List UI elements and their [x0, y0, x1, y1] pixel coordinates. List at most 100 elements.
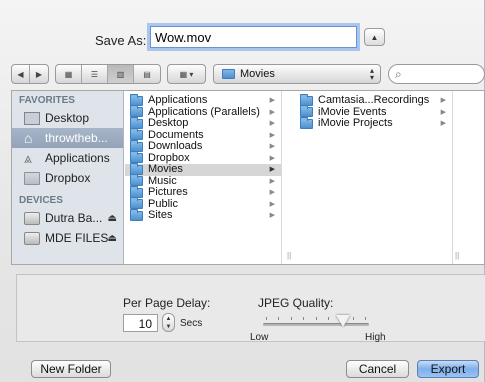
slider-tick: [352, 317, 354, 320]
search-icon: ⌕: [395, 66, 402, 81]
chevron-down-icon: ▼: [165, 324, 172, 330]
list-view-button[interactable]: ☰: [82, 65, 108, 83]
columns-icon: ▥: [116, 69, 125, 79]
icon-view-button[interactable]: ▦: [56, 65, 82, 83]
slider-ticks: [266, 317, 367, 321]
folder-icon: [130, 93, 143, 106]
save-sheet: Save As: ▲ ◀ ▶ ▦ ☰ ▥ ▤ ▦ ▾ Movies ▴▾ ⌕ F…: [0, 0, 485, 382]
filename-input[interactable]: [150, 26, 357, 48]
sidebar-item-desktop[interactable]: Desktop: [12, 108, 123, 128]
folder-icon: [130, 208, 143, 221]
folder-icon: [130, 128, 143, 141]
disclosure-arrow-icon: ▶: [269, 143, 275, 150]
slider-tick: [303, 317, 305, 320]
sidebar-item-dropbox[interactable]: Dropbox: [12, 168, 123, 188]
column-home: Applications ▶ Applications (Parallels) ▶ De…: [125, 91, 282, 264]
disclosure-arrow-icon: ▶: [269, 212, 275, 219]
column-movies: Camtasia...Recordings ▶ iMovie Events ▶ iMov…: [295, 91, 453, 264]
file-name: Movies: [148, 163, 183, 175]
column-resize-handle[interactable]: ||: [287, 251, 291, 260]
file-list-item[interactable]: Movies ▶: [125, 162, 281, 176]
jpeg-quality-slider[interactable]: [263, 323, 369, 326]
disclosure-arrow-icon: ▶: [440, 108, 446, 116]
folder-icon: [130, 197, 143, 210]
coverflow-view-button[interactable]: ▤: [134, 65, 160, 83]
arrange-grid-icon: ▦ ▾: [179, 69, 194, 79]
column-view-button[interactable]: ▥: [108, 65, 134, 83]
updown-arrows-icon: ▴ ▾: [369, 66, 374, 82]
slider-tick: [365, 317, 367, 320]
expand-dialog-button[interactable]: ▲: [364, 28, 385, 46]
sidebar-header-devices: DEVICES: [19, 195, 63, 206]
file-list-item[interactable]: Camtasia...Recordings ▶: [295, 93, 452, 107]
file-list-item[interactable]: Pictures ▶: [125, 185, 281, 199]
disclosure-arrow-icon: ▶: [269, 108, 275, 116]
disclosure-arrow-icon: ▶: [440, 97, 446, 104]
file-list-item[interactable]: iMovie Projects ▶: [295, 116, 452, 130]
folder-icon: [130, 185, 143, 198]
file-name: Desktop: [148, 117, 189, 129]
file-list-item[interactable]: Sites ▶: [125, 208, 281, 222]
folder-icon: [130, 139, 143, 152]
coverflow-icon: ▤: [143, 69, 151, 79]
per-page-delay-label: Per Page Delay:: [123, 296, 211, 310]
disclosure-arrow-icon: ▶: [269, 166, 275, 173]
folder-icon: [130, 174, 143, 187]
sidebar-item-dutra[interactable]: Dutra Ba... ⏏: [12, 208, 123, 228]
forward-button[interactable]: ▶: [30, 65, 48, 83]
file-name: Camtasia...Recordings: [318, 94, 430, 106]
folder-icon: [222, 69, 235, 79]
folder-icon: [300, 116, 313, 129]
disclosure-arrow-icon: ▶: [269, 120, 275, 127]
location-popup[interactable]: Movies ▴ ▾: [213, 64, 381, 84]
file-list-item[interactable]: Desktop ▶: [125, 116, 281, 130]
disclosure-arrow-icon: ▶: [269, 189, 275, 196]
list-icon: ☰: [90, 69, 99, 79]
delay-unit-label: Secs: [180, 318, 203, 329]
file-name: Downloads: [148, 140, 203, 152]
icon-grid-icon: ▦: [64, 69, 73, 79]
delay-field[interactable]: 10: [123, 314, 158, 332]
file-list-item[interactable]: Applications ▶: [125, 93, 281, 107]
folder-icon: [130, 105, 143, 118]
back-button[interactable]: ◀: [12, 65, 30, 83]
delay-stepper[interactable]: ▲ ▼: [162, 313, 175, 332]
cancel-button[interactable]: Cancel: [346, 360, 409, 378]
export-button[interactable]: Export: [417, 360, 479, 378]
file-name: Pictures: [148, 186, 188, 198]
file-name: Applications: [148, 94, 208, 106]
location-label: Movies: [240, 68, 275, 80]
disk-icon: [24, 211, 40, 225]
slider-knob[interactable]: [335, 315, 350, 327]
eject-icon[interactable]: ⏏: [108, 213, 117, 224]
slider-tick: [266, 317, 267, 320]
folder-icon: [24, 171, 40, 185]
arrange-button[interactable]: ▦ ▾: [168, 65, 205, 83]
new-folder-button[interactable]: New Folder: [31, 360, 111, 378]
arrow-right-icon: ▶: [35, 69, 43, 79]
eject-icon[interactable]: ⏏: [108, 233, 117, 244]
slider-tick: [315, 317, 317, 320]
slider-tick: [290, 317, 292, 320]
arrange-menu[interactable]: ▦ ▾: [167, 64, 206, 84]
sidebar: FAVORITES Desktop ⌂ throwtheb... ⩓ Appli…: [12, 91, 124, 264]
back-forward-control: ◀ ▶: [11, 64, 49, 84]
view-mode-control: ▦ ☰ ▥ ▤: [55, 64, 161, 84]
file-browser: FAVORITES Desktop ⌂ throwtheb... ⩓ Appli…: [11, 90, 485, 265]
chevron-up-icon: ▲: [165, 316, 172, 322]
sidebar-item-applications[interactable]: ⩓ Applications: [12, 148, 123, 168]
sidebar-item-home[interactable]: ⌂ throwtheb...: [12, 128, 123, 148]
column-resize-handle[interactable]: ||: [455, 251, 459, 260]
search-field[interactable]: ⌕: [388, 64, 485, 84]
disclosure-arrow-icon: ▶: [269, 200, 275, 208]
sidebar-item-mde-files[interactable]: MDE FILES ⏏: [12, 228, 123, 248]
sidebar-item-label: Dropbox: [45, 171, 91, 185]
disk-icon: [24, 231, 40, 245]
disclosure-arrow-icon: ▶: [269, 131, 275, 139]
sidebar-item-label: Dutra Ba...: [45, 211, 103, 225]
disclosure-arrow-icon: ▶: [269, 177, 275, 185]
home-icon: ⌂: [24, 129, 33, 146]
sidebar-item-label: MDE FILES: [45, 231, 109, 245]
file-list-item[interactable]: Downloads ▶: [125, 139, 281, 153]
disclosure-arrow-icon: ▶: [440, 120, 446, 127]
